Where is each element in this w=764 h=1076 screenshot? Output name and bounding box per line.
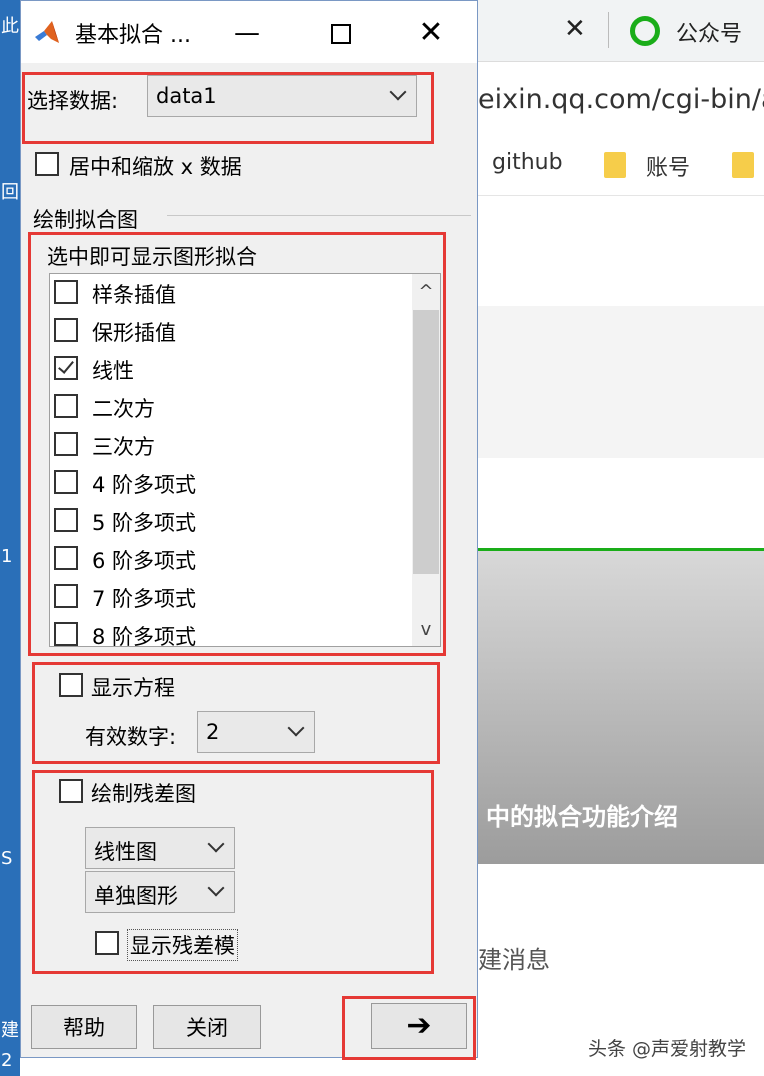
minimize-button[interactable]: — (227, 13, 267, 53)
fit-label: 样条插值 (92, 283, 176, 307)
address-text: eixin.qq.com/cgi-bin/a (478, 84, 764, 115)
fit-checkbox[interactable] (54, 470, 78, 494)
folder-icon (732, 152, 754, 178)
residual-location-dropdown[interactable]: 单独图形 (85, 871, 235, 913)
fit-label: 8 阶多项式 (92, 625, 197, 647)
fit-label: 保形插值 (92, 321, 176, 345)
list-item[interactable]: 5 阶多项式 (50, 502, 412, 540)
help-button[interactable]: 帮助 (31, 1005, 137, 1049)
maximize-icon (331, 23, 351, 44)
next-arrow-button[interactable]: ➔ (371, 1003, 467, 1049)
fit-checkbox[interactable] (54, 584, 78, 608)
fit-label: 7 阶多项式 (92, 587, 197, 611)
residual-plot-type-value: 线性图 (94, 840, 157, 864)
bookmarks-bar: github 账号 (478, 132, 764, 196)
desktop-fragment: S (1, 848, 13, 869)
fit-checkbox-checked[interactable] (54, 356, 78, 380)
address-bar[interactable]: eixin.qq.com/cgi-bin/a (478, 62, 764, 132)
fit-label: 三次方 (92, 435, 155, 459)
fit-checkbox[interactable] (54, 394, 78, 418)
close-button[interactable]: ✕ (411, 13, 451, 53)
fit-checkbox[interactable] (54, 432, 78, 456)
article-card[interactable]: 中的拟合功能介绍 (478, 548, 764, 864)
bookmark-account[interactable]: 账号 (646, 150, 690, 182)
list-item[interactable]: 样条插值 (50, 274, 412, 312)
browser-tab-bar: ✕ 公众号 (478, 0, 764, 62)
show-equation-label: 显示方程 (91, 676, 175, 700)
desktop-fragment: 回 (1, 182, 19, 203)
chevron-down-icon (207, 879, 225, 897)
wechat-icon (630, 16, 660, 46)
fit-types-list[interactable]: 样条插值 保形插值 线性 二次方 三次方 4 阶多项式 5 阶多项式 6 阶多项… (49, 273, 441, 647)
plot-fits-heading: 绘制拟合图 (33, 208, 138, 232)
sig-digits-dropdown[interactable]: 2 (197, 711, 315, 753)
list-item[interactable]: 线性 (50, 350, 412, 388)
article-card-caption: 中的拟合功能介绍 (486, 803, 678, 831)
close-icon[interactable]: ✕ (564, 14, 586, 44)
desktop-strip: 此 回 1 S 建 2 (0, 0, 20, 1076)
list-item[interactable]: 三次方 (50, 426, 412, 464)
residual-location-value: 单独图形 (94, 884, 178, 908)
desktop-fragment: 此 (1, 16, 19, 37)
select-data-label: 选择数据: (27, 89, 119, 113)
fit-checkbox[interactable] (54, 508, 78, 532)
list-item[interactable]: 二次方 (50, 388, 412, 426)
residual-plot-type-dropdown[interactable]: 线性图 (85, 827, 235, 869)
scroll-thumb[interactable] (413, 310, 439, 574)
center-scale-checkbox[interactable] (35, 152, 59, 176)
desktop-fragment: 1 (1, 546, 13, 567)
fit-checkbox[interactable] (54, 280, 78, 304)
select-data-value: data1 (156, 84, 217, 108)
fit-label: 二次方 (92, 397, 155, 421)
chevron-down-icon (389, 83, 407, 101)
plot-residuals-checkbox[interactable] (59, 779, 83, 803)
list-item[interactable]: 8 阶多项式 (50, 616, 412, 647)
show-residual-norm-checkbox[interactable] (95, 931, 119, 955)
chevron-down-icon (207, 835, 225, 853)
folder-icon (604, 152, 626, 178)
list-scrollbar[interactable]: ^ v (412, 274, 440, 646)
list-item[interactable]: 6 阶多项式 (50, 540, 412, 578)
dialog-title: 基本拟合 ... (75, 23, 191, 48)
tab-separator (608, 12, 609, 48)
list-item[interactable]: 7 阶多项式 (50, 578, 412, 616)
list-item[interactable]: 保形插值 (50, 312, 412, 350)
desktop-fragment: 2 (1, 1050, 13, 1071)
sig-digits-value: 2 (206, 720, 220, 744)
sig-digits-label: 有效数字: (85, 725, 177, 749)
watermark: 头条 @声爱射教学 (587, 1038, 746, 1060)
basic-fitting-dialog: 基本拟合 ... — ✕ 选择数据: data1 居中和缩放 x 数据 绘制拟合… (20, 0, 478, 1058)
list-item[interactable]: 4 阶多项式 (50, 464, 412, 502)
close-dialog-button[interactable]: 关闭 (153, 1005, 261, 1049)
background-browser: ✕ 公众号 eixin.qq.com/cgi-bin/a github 账号 中… (478, 0, 764, 1076)
check-icon (58, 357, 74, 374)
scroll-up-icon[interactable]: ^ (416, 278, 436, 306)
title-bar[interactable]: 基本拟合 ... — ✕ (21, 1, 477, 63)
fit-checkbox[interactable] (54, 546, 78, 570)
fit-label: 5 阶多项式 (92, 511, 197, 535)
fit-label: 6 阶多项式 (92, 549, 197, 573)
plot-residuals-label: 绘制残差图 (91, 782, 196, 806)
fit-label: 4 阶多项式 (92, 473, 197, 497)
content-band (478, 306, 764, 458)
fit-label: 线性 (92, 359, 134, 383)
bookmark-github[interactable]: github (492, 150, 563, 175)
show-residual-norm-label: 显示残差模 (127, 929, 238, 961)
maximize-button[interactable] (321, 13, 361, 53)
matlab-logo-icon (35, 21, 59, 43)
show-equation-checkbox[interactable] (59, 673, 83, 697)
chevron-down-icon (287, 719, 305, 737)
browser-tab-title[interactable]: 公众号 (676, 16, 742, 48)
center-scale-label: 居中和缩放 x 数据 (69, 155, 242, 179)
group-divider (167, 215, 471, 216)
fits-hint: 选中即可显示图形拟合 (47, 245, 257, 269)
scroll-down-icon[interactable]: v (416, 616, 436, 644)
fit-checkbox[interactable] (54, 622, 78, 646)
fit-checkbox[interactable] (54, 318, 78, 342)
new-message-text: 建消息 (478, 946, 550, 974)
select-data-dropdown[interactable]: data1 (147, 75, 417, 117)
desktop-fragment: 建 (1, 1020, 19, 1041)
